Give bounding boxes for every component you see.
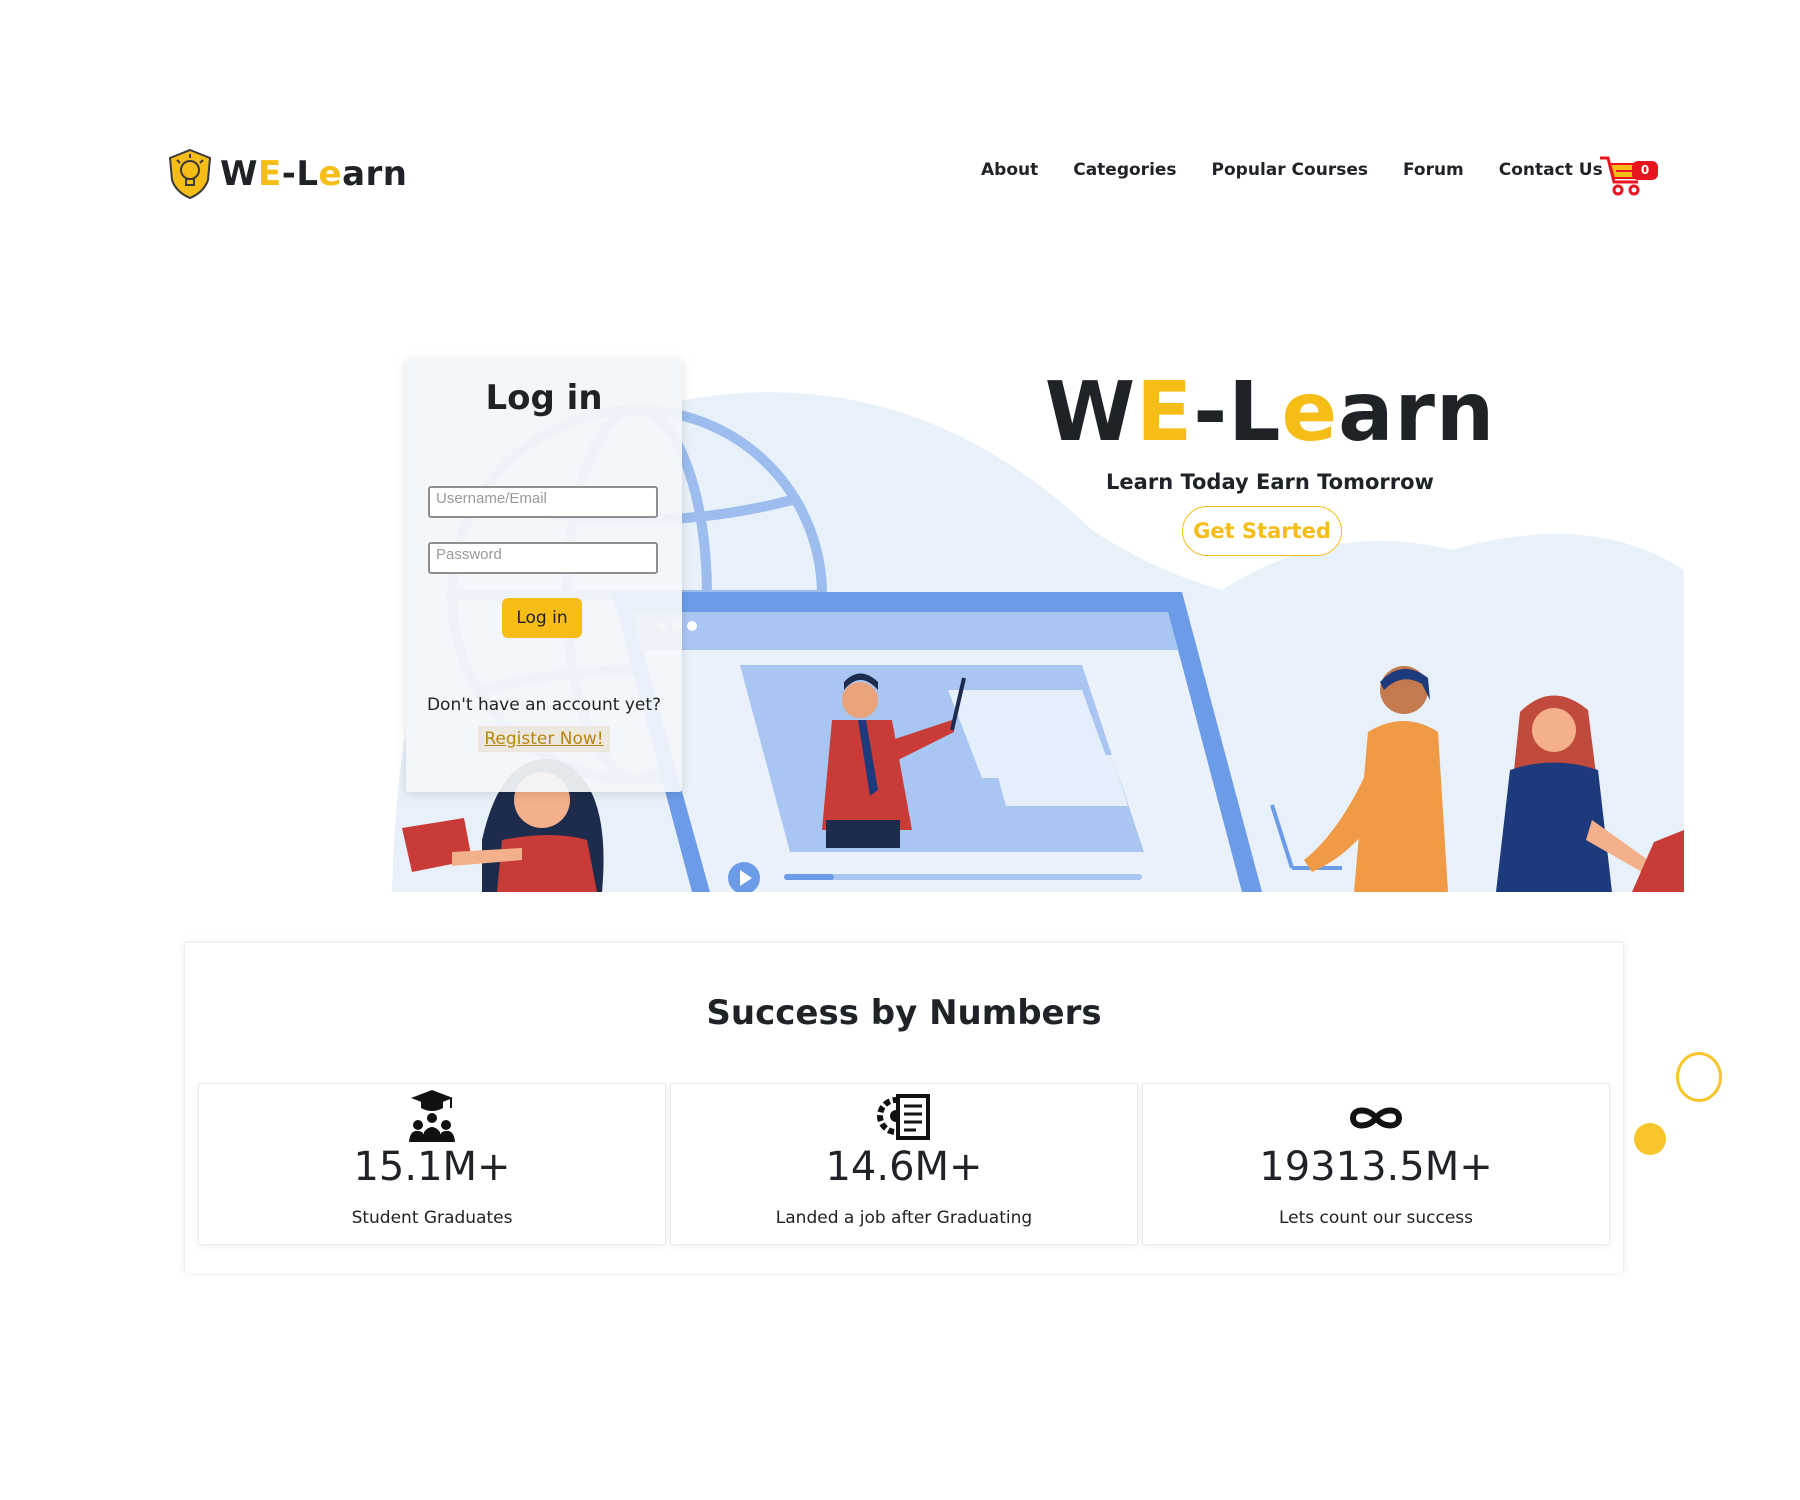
cart-count-badge: 0	[1632, 161, 1658, 180]
cart-button[interactable]: 0	[1598, 152, 1658, 198]
stats-title: Success by Numbers	[706, 993, 1102, 1033]
job-document-icon	[877, 1094, 930, 1140]
main-nav: About Categories Popular Courses Forum C…	[946, 160, 1603, 180]
stat-card-jobs: 14.6M+ Landed a job after Graduating	[670, 1083, 1138, 1245]
get-started-button[interactable]: Get Started	[1182, 506, 1342, 556]
laptop-screen-illustration	[612, 592, 1262, 892]
stat-label: Lets count our success	[1279, 1208, 1473, 1228]
login-title: Log in	[485, 378, 603, 418]
nav-about[interactable]: About	[981, 160, 1038, 180]
login-button[interactable]: Log in	[502, 598, 582, 638]
stat-label: Student Graduates	[351, 1208, 513, 1228]
password-input[interactable]	[428, 542, 658, 574]
hero-subtitle: Learn Today Earn Tomorrow	[1106, 470, 1434, 494]
stat-value: 15.1M+	[353, 1144, 511, 1190]
username-email-input[interactable]	[428, 486, 658, 518]
nav-contact-us[interactable]: Contact Us	[1499, 160, 1603, 180]
infinity-icon	[1349, 1107, 1403, 1129]
graduates-icon	[409, 1090, 455, 1142]
register-link[interactable]: Register Now!	[478, 726, 610, 752]
nav-forum[interactable]: Forum	[1403, 160, 1464, 180]
no-account-text: Don't have an account yet?	[426, 695, 662, 715]
hero-title: WE-Learn	[1044, 365, 1496, 460]
login-card: Log in Log in Don't have an account yet?…	[406, 358, 682, 792]
nav-categories[interactable]: Categories	[1073, 160, 1176, 180]
brand-name: WE-Learn	[220, 154, 408, 194]
stat-card-success: 19313.5M+ Lets count our success	[1142, 1083, 1610, 1245]
success-stats-section: Success by Numbers 15.1M+ Student Gradua…	[184, 942, 1624, 1273]
stat-card-graduates: 15.1M+ Student Graduates	[198, 1083, 666, 1245]
decorative-yellow-ring	[1676, 1052, 1722, 1102]
stat-value: 19313.5M+	[1259, 1144, 1493, 1190]
stat-value: 14.6M+	[825, 1144, 983, 1190]
stat-label: Landed a job after Graduating	[775, 1208, 1033, 1228]
brand-logo[interactable]: WE-Learn	[166, 148, 408, 200]
nav-popular-courses[interactable]: Popular Courses	[1212, 160, 1368, 180]
decorative-yellow-dot	[1634, 1123, 1666, 1155]
lightbulb-shield-icon	[168, 148, 212, 200]
